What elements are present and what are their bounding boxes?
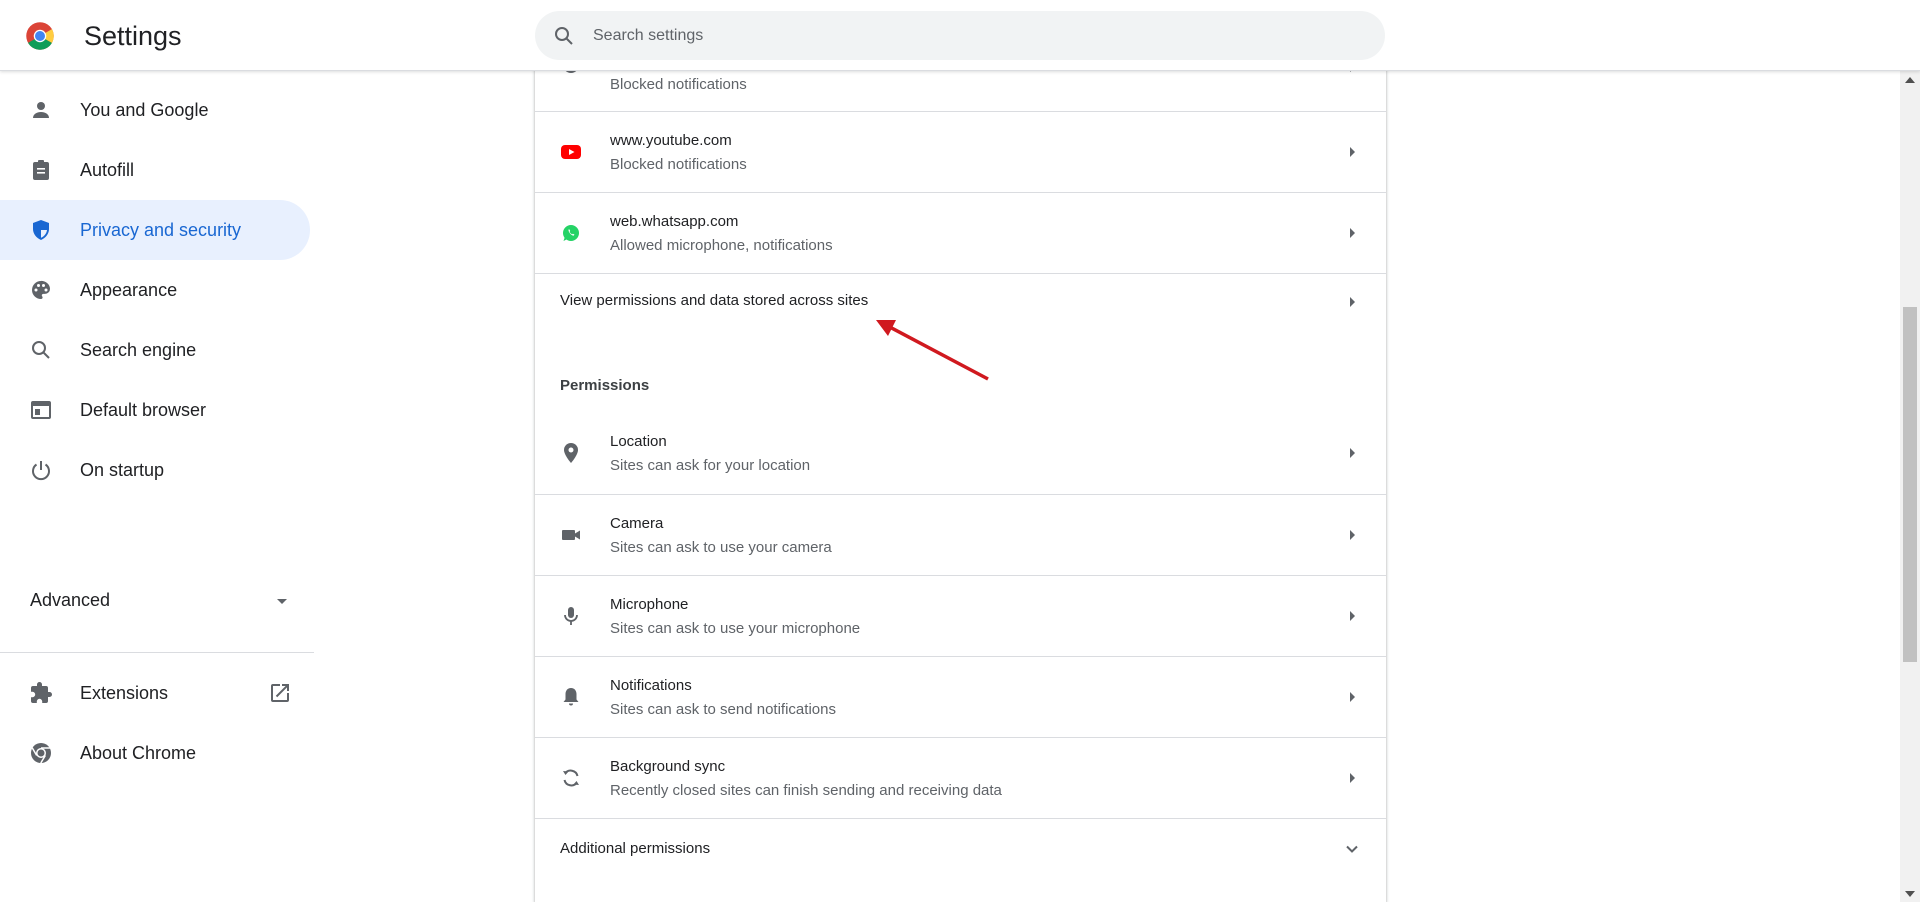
search-input[interactable] [593,11,1353,60]
puzzle-icon [31,682,52,703]
permission-row-location[interactable]: Location Sites can ask for your location [535,413,1386,494]
header: Settings [0,0,1920,71]
power-icon [32,461,50,481]
sidebar-item-default-browser[interactable]: Default browser [0,380,310,440]
chevron-down-icon [1346,845,1358,853]
sync-icon [563,769,579,787]
search-bar[interactable] [535,11,1385,60]
additional-permissions-label: Additional permissions [560,840,711,857]
permission-subtitle: Sites can ask to send notifications [610,701,836,718]
browser-window-icon [31,401,51,419]
sidebar-item-appearance[interactable]: Appearance [0,260,310,320]
site-subtitle: Blocked notifications [610,156,747,173]
sidebar-advanced-toggle[interactable]: Advanced [0,576,310,626]
sidebar-item-about-chrome[interactable]: About Chrome [0,723,310,783]
permission-row-microphone[interactable]: Microphone Sites can ask to use your mic… [535,575,1386,656]
page-title: Settings [84,21,182,51]
microphone-icon [564,607,578,625]
scrollbar-thumb[interactable] [1903,307,1917,662]
arrow-right-icon [1350,147,1355,157]
sidebar-divider [0,652,314,653]
permission-title: Background sync [610,758,726,775]
sidebar-item-label: Privacy and security [80,220,242,240]
arrow-right-icon [1350,692,1355,702]
permission-subtitle: Recently closed sites can finish sending… [610,782,1002,799]
permission-row-notifications[interactable]: Notifications Sites can ask to send noti… [535,656,1386,737]
location-pin-icon [564,443,578,463]
camera-icon [562,530,580,540]
sidebar-item-label: Autofill [80,160,135,180]
arrow-right-icon [1350,297,1355,307]
sidebar-item-privacy-and-security[interactable]: Privacy and security [0,200,310,260]
site-subtitle: Allowed microphone, notifications [610,237,833,254]
sidebar-item-label: Extensions [80,683,169,703]
sidebar: You and Google Autofill Privacy and secu… [0,71,320,902]
arrow-right-icon [1350,448,1355,458]
permission-title: Notifications [610,677,692,694]
permission-subtitle: Sites can ask for your location [610,457,811,474]
sidebar-item-label: You and Google [80,100,209,120]
shield-icon [33,220,49,240]
site-subtitle: Blocked notifications [610,76,747,93]
additional-permissions-row[interactable]: Additional permissions [535,818,1386,878]
chrome-logo-icon [26,22,54,50]
caret-down-icon [277,599,287,604]
permissions-heading: Permissions [560,377,650,394]
scroll-up-icon[interactable] [1905,77,1915,83]
arrow-right-icon [1350,530,1355,540]
sidebar-item-label: Default browser [80,400,207,420]
arrow-right-icon [1350,773,1355,783]
open-in-new-icon [271,684,289,702]
advanced-label: Advanced [30,590,111,610]
clipboard-icon [33,160,49,180]
chrome-icon [31,743,51,764]
settings-card: Blocked notifications www.youtube.com Bl… [535,55,1386,902]
search-icon [32,341,50,359]
permission-subtitle: Sites can ask to use your camera [610,539,832,556]
permission-row-camera[interactable]: Camera Sites can ask to use your camera [535,494,1386,575]
permission-title: Microphone [610,596,689,613]
arrow-right-icon [1350,228,1355,238]
site-title: www.youtube.com [610,132,732,149]
person-icon [33,102,49,118]
arrow-right-icon [1350,611,1355,621]
vertical-scrollbar[interactable] [1900,71,1920,902]
sidebar-item-on-startup[interactable]: On startup [0,440,310,500]
sidebar-item-extensions[interactable]: Extensions [0,663,310,723]
site-title: web.whatsapp.com [610,213,739,230]
bell-icon [563,688,579,706]
scroll-down-icon[interactable] [1905,891,1915,897]
site-row-whatsapp[interactable]: web.whatsapp.com Allowed microphone, not… [535,192,1386,273]
permission-row-background-sync[interactable]: Background sync Recently closed sites ca… [535,737,1386,818]
site-row-youtube[interactable]: www.youtube.com Blocked notifications [535,111,1386,192]
permission-subtitle: Sites can ask to use your microphone [610,620,861,637]
sidebar-item-search-engine[interactable]: Search engine [0,320,310,380]
annotation-arrow-icon [876,320,989,381]
sidebar-item-label: On startup [80,460,165,480]
youtube-icon [561,145,581,159]
sidebar-item-label: Appearance [80,280,178,300]
palette-icon [32,280,50,299]
permission-title: Camera [610,515,664,532]
sidebar-item-autofill[interactable]: Autofill [0,140,310,200]
permission-title: Location [610,433,667,450]
search-icon [555,27,573,45]
sidebar-item-label: Search engine [80,340,197,360]
sidebar-item-label: About Chrome [80,743,197,763]
whatsapp-icon [563,225,579,241]
sidebar-item-you-and-google[interactable]: You and Google [0,80,310,140]
view-permissions-label: View permissions and data stored across … [560,292,869,309]
